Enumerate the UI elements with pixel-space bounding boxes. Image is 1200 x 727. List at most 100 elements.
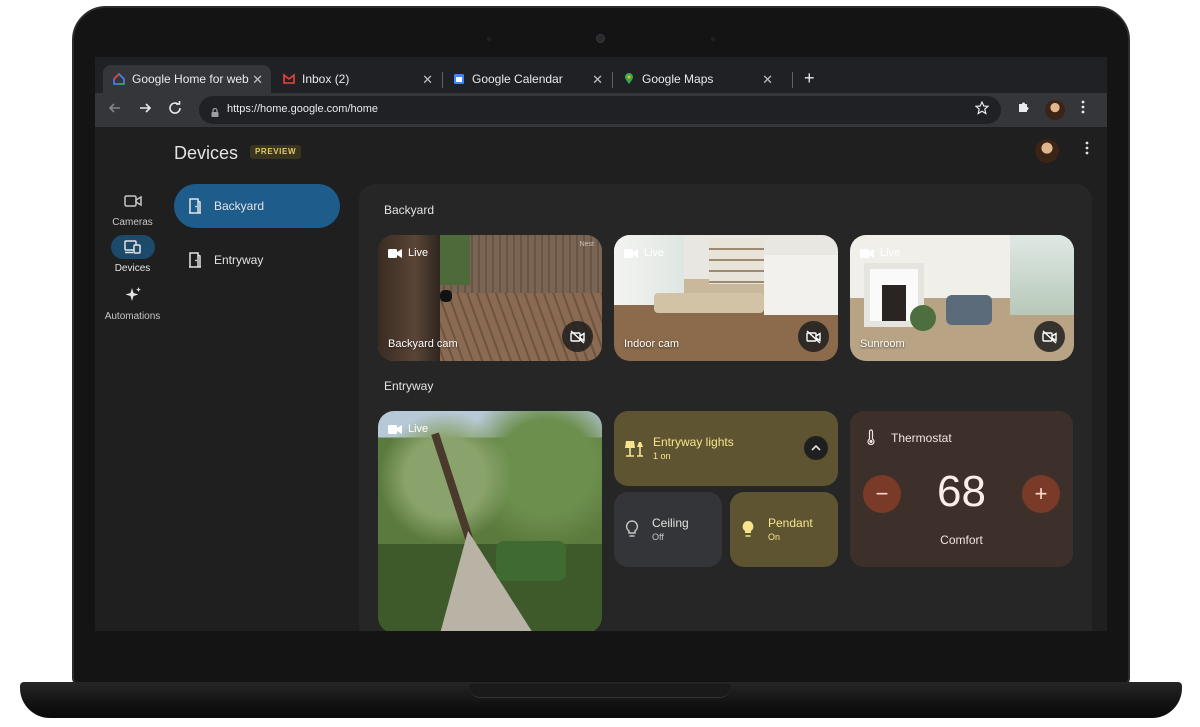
light-group-name: Entryway lights bbox=[653, 435, 734, 449]
rail-item-automations[interactable]: Automations bbox=[95, 283, 170, 322]
rail-item-cameras[interactable]: Cameras bbox=[95, 189, 170, 228]
video-off-button[interactable] bbox=[562, 321, 593, 352]
video-off-button[interactable] bbox=[1034, 321, 1065, 352]
camera-tile-sunroom[interactable]: Live Sunroom bbox=[850, 235, 1074, 361]
nest-watermark: Nest bbox=[579, 241, 594, 248]
video-camera-icon bbox=[388, 424, 402, 434]
extensions-puzzle-icon[interactable] bbox=[1017, 100, 1031, 117]
maps-pin-icon bbox=[623, 73, 635, 85]
sensor-dot bbox=[487, 37, 491, 41]
tab-separator bbox=[792, 72, 793, 88]
camera-tile-backyard-cam[interactable]: Nest Live Backyard cam bbox=[378, 235, 602, 361]
camera-feed bbox=[496, 541, 566, 581]
section-title-entryway: Entryway bbox=[384, 379, 434, 393]
room-backyard[interactable]: Backyard bbox=[174, 184, 340, 228]
camera-icon bbox=[111, 189, 155, 213]
thermostat-name: Thermostat bbox=[891, 431, 952, 445]
thermometer-icon bbox=[867, 429, 875, 445]
video-off-icon bbox=[1041, 329, 1057, 344]
calendar-icon bbox=[453, 73, 465, 85]
sensor-dot bbox=[711, 37, 715, 41]
devices-icon bbox=[110, 235, 155, 259]
account-avatar[interactable] bbox=[1035, 139, 1059, 163]
tab-title: Google Calendar bbox=[472, 72, 563, 86]
webcam bbox=[596, 34, 605, 43]
tab-google-home[interactable]: Google Home for web ✕ bbox=[103, 65, 271, 93]
video-camera-icon bbox=[624, 248, 638, 258]
new-tab-button[interactable]: + bbox=[804, 68, 815, 89]
tab-title: Inbox (2) bbox=[302, 72, 350, 86]
camera-name: Indoor cam bbox=[624, 338, 680, 350]
floor-lamp-icon bbox=[625, 441, 643, 457]
rail-label: Cameras bbox=[112, 217, 153, 228]
light-tile-ceiling[interactable]: Ceiling Off bbox=[614, 492, 722, 567]
reload-icon[interactable] bbox=[167, 100, 183, 121]
profile-avatar[interactable] bbox=[1045, 100, 1065, 120]
address-bar[interactable]: https://home.google.com/home bbox=[199, 96, 1001, 124]
light-name: Ceiling bbox=[652, 516, 689, 530]
camera-feed bbox=[1010, 235, 1074, 315]
temperature-up-button[interactable]: + bbox=[1022, 475, 1060, 513]
lightbulb-icon bbox=[625, 520, 639, 537]
back-arrow-icon[interactable] bbox=[107, 100, 123, 121]
video-off-icon bbox=[805, 329, 821, 344]
preview-badge: PREVIEW bbox=[250, 145, 302, 159]
camera-feed bbox=[431, 432, 473, 540]
camera-feed bbox=[440, 235, 470, 285]
close-icon[interactable]: ✕ bbox=[252, 72, 263, 88]
camera-name: Backyard cam bbox=[388, 338, 458, 350]
laptop-notch bbox=[470, 684, 730, 698]
tab-calendar[interactable]: Google Calendar ✕ bbox=[443, 65, 611, 93]
tab-strip: Google Home for web ✕ Inbox (2) ✕ Google… bbox=[95, 57, 1107, 93]
live-indicator: Live bbox=[388, 247, 428, 259]
light-state: Off bbox=[652, 532, 664, 542]
video-off-button[interactable] bbox=[798, 321, 829, 352]
camera-feed bbox=[910, 305, 936, 331]
tab-title: Google Home for web bbox=[132, 72, 249, 86]
close-icon[interactable]: ✕ bbox=[592, 72, 603, 88]
live-label: Live bbox=[408, 247, 429, 259]
lock-icon bbox=[211, 104, 219, 117]
tab-inbox[interactable]: Inbox (2) ✕ bbox=[273, 65, 441, 93]
camera-feed bbox=[946, 295, 992, 325]
live-indicator: Live bbox=[388, 423, 428, 435]
light-group-tile[interactable]: Entryway lights 1 on bbox=[614, 411, 838, 486]
page-title: Devices bbox=[174, 143, 239, 163]
thermostat-tile[interactable]: Thermostat − 68 + Comfort bbox=[850, 411, 1073, 567]
close-icon[interactable]: ✕ bbox=[422, 72, 433, 88]
rail-label: Automations bbox=[104, 311, 161, 322]
tab-title: Google Maps bbox=[642, 72, 714, 86]
camera-feed bbox=[654, 293, 764, 313]
chevron-up-icon bbox=[811, 445, 821, 451]
room-label: Backyard bbox=[214, 199, 265, 213]
camera-tile-entryway[interactable]: Live bbox=[378, 411, 602, 631]
thermostat-mode: Comfort bbox=[940, 533, 983, 547]
video-camera-icon bbox=[860, 248, 874, 258]
rail-label: Devices bbox=[114, 263, 151, 274]
section-title-backyard: Backyard bbox=[384, 203, 435, 217]
close-icon[interactable]: ✕ bbox=[762, 72, 773, 88]
live-indicator: Live bbox=[624, 247, 664, 259]
browser-toolbar: https://home.google.com/home bbox=[95, 93, 1107, 127]
camera-feed bbox=[882, 285, 906, 321]
room-entryway[interactable]: Entryway bbox=[174, 238, 340, 282]
light-tile-pendant[interactable]: Pendant On bbox=[730, 492, 838, 567]
forward-arrow-icon[interactable] bbox=[137, 100, 153, 121]
collapse-button[interactable] bbox=[804, 436, 828, 460]
tab-maps[interactable]: Google Maps ✕ bbox=[613, 65, 781, 93]
bookmark-star-icon[interactable] bbox=[974, 100, 990, 118]
lightbulb-icon bbox=[742, 521, 754, 537]
room-label: Entryway bbox=[214, 253, 264, 267]
light-group-state: 1 on bbox=[653, 451, 671, 461]
camera-name: Sunroom bbox=[860, 338, 905, 350]
google-home-app: Devices PREVIEW Cameras Devices Automati… bbox=[95, 127, 1107, 631]
sparkle-icon bbox=[111, 283, 155, 307]
camera-tile-indoor-cam[interactable]: Live Indoor cam bbox=[614, 235, 838, 361]
camera-feed bbox=[440, 290, 452, 302]
light-state: On bbox=[768, 532, 781, 542]
more-options-icon[interactable] bbox=[1085, 141, 1089, 158]
light-name: Pendant bbox=[768, 516, 813, 530]
live-label: Live bbox=[408, 423, 429, 435]
browser-menu-icon[interactable] bbox=[1081, 100, 1085, 117]
rail-item-devices[interactable]: Devices bbox=[95, 235, 170, 274]
